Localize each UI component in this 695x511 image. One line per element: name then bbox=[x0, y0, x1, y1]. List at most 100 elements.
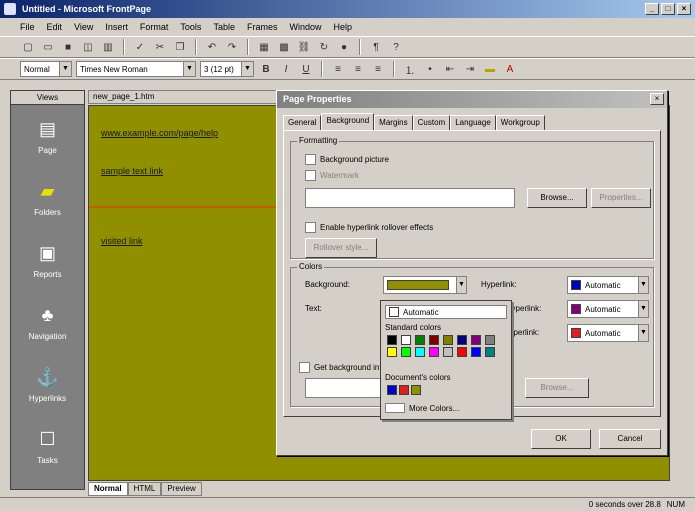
more-colors-option[interactable]: More Colors... bbox=[385, 403, 459, 413]
style-select[interactable]: Normal ▼ bbox=[20, 61, 72, 77]
properties-button[interactable]: Properties... bbox=[591, 188, 651, 208]
rollover-style-button[interactable]: Rollover style... bbox=[305, 238, 377, 258]
highlight-icon[interactable]: ▬ bbox=[482, 61, 498, 77]
view-page[interactable]: ▤ Page bbox=[11, 105, 84, 167]
document-tab[interactable]: new_page_1.htm bbox=[88, 90, 278, 104]
cut-icon[interactable]: ✂ bbox=[152, 39, 168, 55]
menu-insert[interactable]: Insert bbox=[105, 22, 128, 32]
show-all-icon[interactable]: ¶ bbox=[368, 39, 384, 55]
editor-link-1[interactable]: www.example.com/page/help bbox=[101, 128, 218, 138]
menu-help[interactable]: Help bbox=[333, 22, 352, 32]
background-color-picker[interactable]: ▼ bbox=[383, 276, 467, 294]
increase-indent-icon[interactable]: ⇥ bbox=[462, 61, 478, 77]
color-swatch[interactable] bbox=[471, 347, 481, 357]
copy-icon[interactable]: ❐ bbox=[172, 39, 188, 55]
tab-language[interactable]: Language bbox=[450, 115, 496, 130]
color-swatch[interactable] bbox=[443, 347, 453, 357]
color-swatch[interactable] bbox=[415, 347, 425, 357]
help-icon[interactable]: ? bbox=[388, 39, 404, 55]
browse-button[interactable]: Browse... bbox=[527, 188, 587, 208]
menu-window[interactable]: Window bbox=[289, 22, 321, 32]
color-swatch[interactable] bbox=[485, 335, 495, 345]
maximize-button[interactable]: □ bbox=[661, 3, 675, 15]
bullet-list-icon[interactable]: • bbox=[422, 61, 438, 77]
editor-link-2[interactable]: sample text link bbox=[101, 166, 163, 176]
table-icon[interactable]: ▦ bbox=[256, 39, 272, 55]
automatic-color-option[interactable]: Automatic bbox=[385, 305, 507, 319]
stop-icon[interactable]: ● bbox=[336, 39, 352, 55]
refresh-icon[interactable]: ↻ bbox=[316, 39, 332, 55]
tab-custom[interactable]: Custom bbox=[412, 115, 451, 130]
view-folders[interactable]: ▰ Folders bbox=[11, 167, 84, 229]
hyperlink-icon[interactable]: ⛓ bbox=[296, 39, 312, 55]
rollover-checkbox[interactable]: Enable hyperlink rollover effects bbox=[305, 222, 433, 233]
publish-icon[interactable]: ◫ bbox=[80, 39, 96, 55]
tab-margins[interactable]: Margins bbox=[374, 115, 413, 130]
color-swatch[interactable] bbox=[415, 335, 425, 345]
browse-get-bg-button[interactable]: Browse... bbox=[525, 378, 589, 398]
underline-icon[interactable]: U bbox=[298, 61, 314, 77]
minimize-button[interactable]: _ bbox=[645, 3, 659, 15]
color-swatch[interactable] bbox=[387, 385, 397, 395]
watermark-checkbox[interactable]: Watermark bbox=[305, 170, 359, 181]
color-swatch[interactable] bbox=[471, 335, 481, 345]
bold-icon[interactable]: B bbox=[258, 61, 274, 77]
color-swatch[interactable] bbox=[429, 347, 439, 357]
color-swatch[interactable] bbox=[399, 385, 409, 395]
size-select[interactable]: 3 (12 pt) ▼ bbox=[200, 61, 254, 77]
menu-format[interactable]: Format bbox=[140, 22, 169, 32]
tab-html[interactable]: HTML bbox=[127, 482, 162, 496]
italic-icon[interactable]: I bbox=[278, 61, 294, 77]
close-button[interactable]: × bbox=[677, 3, 691, 15]
numbered-list-icon[interactable]: ⒈ bbox=[402, 61, 418, 77]
color-swatch[interactable] bbox=[457, 347, 467, 357]
view-navigation[interactable]: ♣ Navigation bbox=[11, 291, 84, 353]
new-page-icon[interactable]: ▢ bbox=[20, 39, 36, 55]
menu-frames[interactable]: Frames bbox=[247, 22, 278, 32]
undo-icon[interactable]: ↶ bbox=[204, 39, 220, 55]
font-color-icon[interactable]: A bbox=[502, 61, 518, 77]
redo-icon[interactable]: ↷ bbox=[224, 39, 240, 55]
tab-general[interactable]: General bbox=[283, 115, 322, 130]
menu-file[interactable]: File bbox=[20, 22, 35, 32]
view-hyperlinks[interactable]: ⚓ Hyperlinks bbox=[11, 353, 84, 415]
cancel-button[interactable]: Cancel bbox=[599, 429, 661, 449]
bg-picture-path-input[interactable] bbox=[305, 188, 515, 208]
open-icon[interactable]: ▭ bbox=[40, 39, 56, 55]
tab-background[interactable]: Background bbox=[321, 113, 375, 130]
bg-picture-checkbox[interactable]: Background picture bbox=[305, 154, 389, 165]
editor-link-3[interactable]: visited link bbox=[101, 236, 143, 246]
save-icon[interactable]: ■ bbox=[60, 39, 76, 55]
color-swatch[interactable] bbox=[429, 335, 439, 345]
menu-tools[interactable]: Tools bbox=[180, 22, 201, 32]
tab-normal[interactable]: Normal bbox=[88, 482, 128, 496]
color-swatch[interactable] bbox=[411, 385, 421, 395]
color-swatch[interactable] bbox=[457, 335, 467, 345]
menu-view[interactable]: View bbox=[74, 22, 93, 32]
tab-workgroup[interactable]: Workgroup bbox=[495, 115, 545, 130]
dialog-close-button[interactable]: × bbox=[650, 93, 664, 105]
align-right-icon[interactable]: ≡ bbox=[370, 61, 386, 77]
print-icon[interactable]: ▥ bbox=[100, 39, 116, 55]
menu-edit[interactable]: Edit bbox=[47, 22, 63, 32]
font-select[interactable]: Times New Roman ▼ bbox=[76, 61, 196, 77]
color-swatch[interactable] bbox=[485, 347, 495, 357]
tab-preview[interactable]: Preview bbox=[161, 482, 202, 496]
visited-color-picker[interactable]: Automatic ▼ bbox=[567, 300, 649, 318]
ok-button[interactable]: OK bbox=[531, 429, 591, 449]
align-center-icon[interactable]: ≡ bbox=[350, 61, 366, 77]
color-swatch[interactable] bbox=[401, 347, 411, 357]
image-icon[interactable]: ▩ bbox=[276, 39, 292, 55]
color-swatch[interactable] bbox=[387, 347, 397, 357]
spelling-icon[interactable]: ✓ bbox=[132, 39, 148, 55]
decrease-indent-icon[interactable]: ⇤ bbox=[442, 61, 458, 77]
color-swatch[interactable] bbox=[401, 335, 411, 345]
view-tasks[interactable]: ☐ Tasks bbox=[11, 415, 84, 477]
view-reports[interactable]: ▣ Reports bbox=[11, 229, 84, 291]
active-color-picker[interactable]: Automatic ▼ bbox=[567, 324, 649, 342]
color-swatch[interactable] bbox=[387, 335, 397, 345]
align-left-icon[interactable]: ≡ bbox=[330, 61, 346, 77]
color-swatch[interactable] bbox=[443, 335, 453, 345]
menu-table[interactable]: Table bbox=[213, 22, 235, 32]
hyperlink-color-picker[interactable]: Automatic ▼ bbox=[567, 276, 649, 294]
